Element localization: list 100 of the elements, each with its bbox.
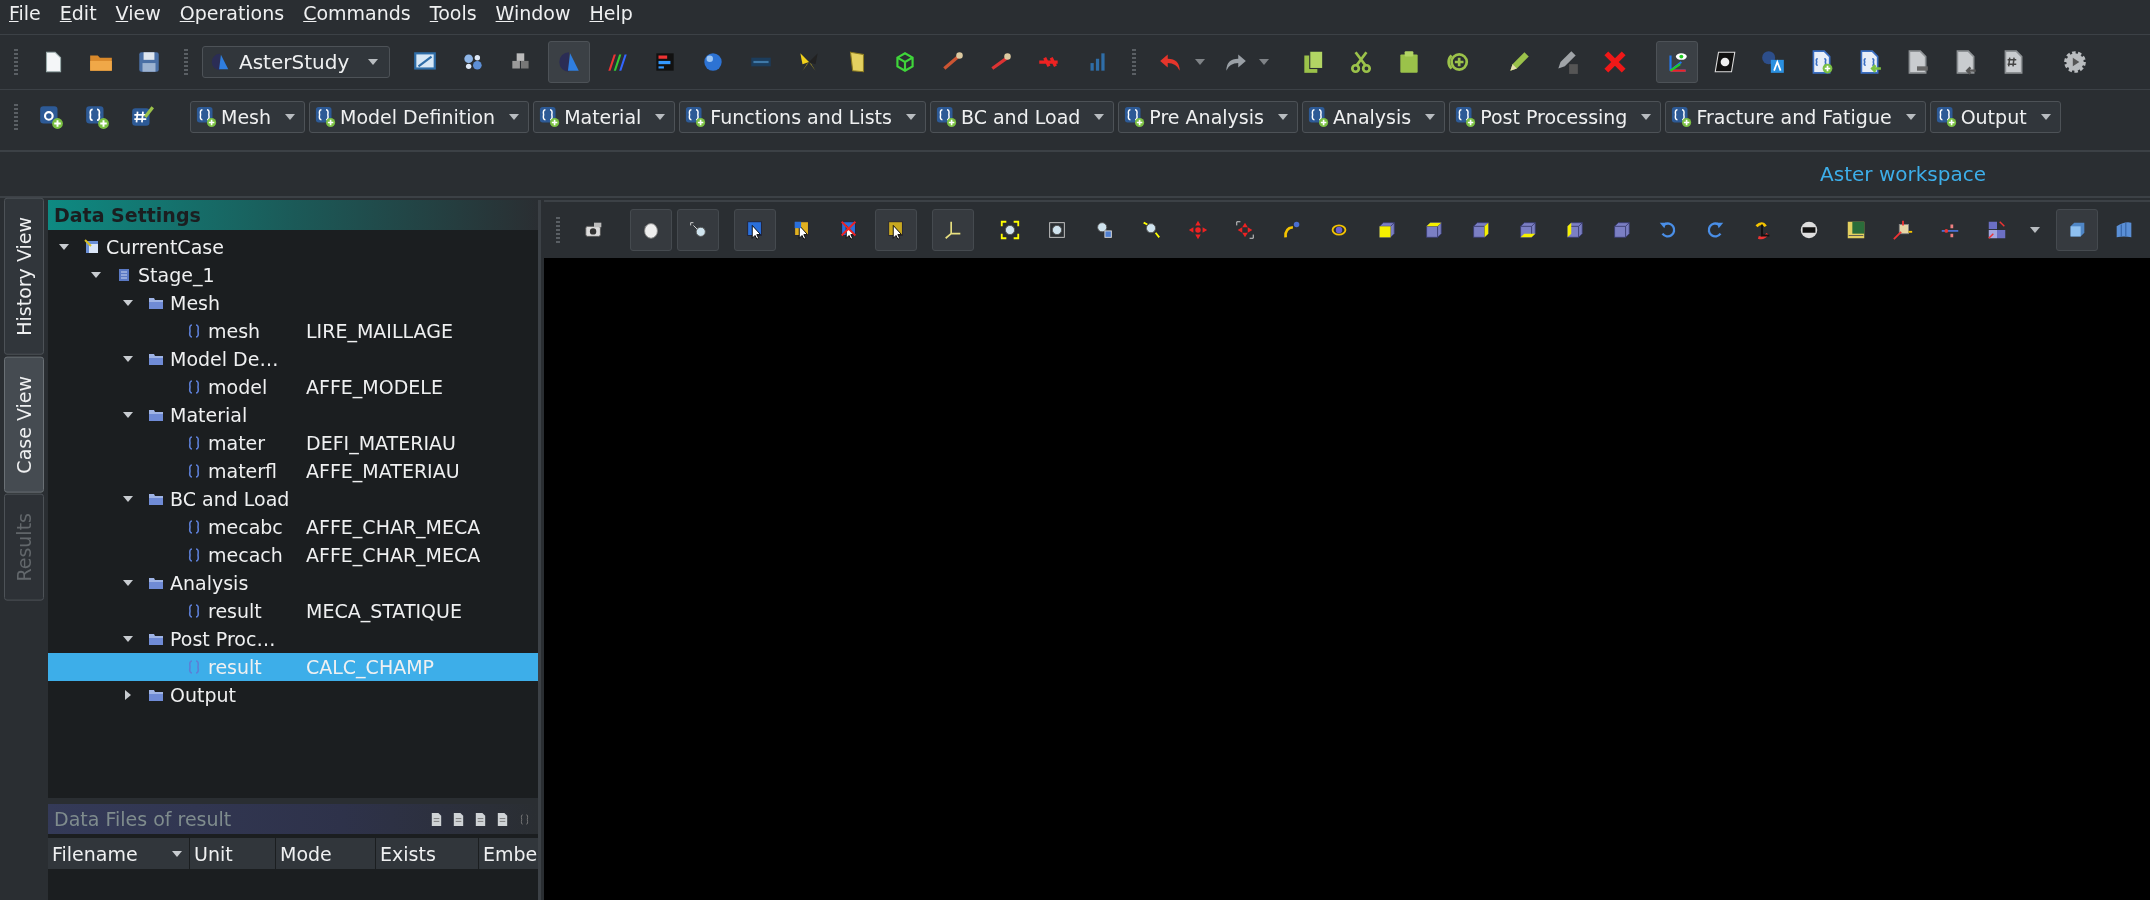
panel-title: Data Settings [48,200,538,230]
command-add-icon [935,106,958,128]
tree-row[interactable]: mater DEFI_MATERIAU [48,429,538,457]
tree-row[interactable]: Output [48,681,538,709]
caret-icon [2039,113,2052,121]
run-gear-icon [2062,49,2088,75]
category-dropdown[interactable]: Post Processing [1449,101,1662,133]
pan-icon [1234,219,1256,241]
tree-row[interactable]: Stage_1 [48,261,538,289]
translate-icon [1760,49,1786,75]
side-tab[interactable]: History View [4,198,44,355]
folder-icon [148,631,164,647]
category-dropdown[interactable]: Material [533,101,676,133]
braces-icon [186,463,202,479]
command-name: DEFI_MATERIAU [306,432,456,454]
logo-button[interactable] [548,41,590,83]
save-icon [136,49,162,75]
category-dropdown[interactable]: BC and Load [929,101,1115,133]
command-add-icon [1671,106,1694,128]
cursor-button[interactable] [734,209,776,251]
cursor-button[interactable] [875,209,917,251]
tree-item-label: Mesh [170,292,221,314]
menu-item[interactable]: Tools [429,1,489,25]
file-icon[interactable] [429,811,444,827]
caret-icon [904,113,917,121]
caret-icon[interactable] [1258,58,1270,66]
tree-item-label: Post Proc… [170,628,276,650]
case-icon [84,239,100,255]
category-dropdown[interactable]: Analysis [1301,101,1446,133]
caret-icon [367,58,379,66]
braces-icon [186,379,202,395]
point-button[interactable] [677,209,719,251]
tree-row[interactable]: materfl AFFE_MATERIAU [48,457,538,485]
tree-row[interactable]: Model De… [48,345,538,373]
tree-row[interactable]: mecabc AFFE_CHAR_MECA [48,513,538,541]
ruler-icon [1845,219,1867,241]
caret-icon[interactable] [1194,58,1206,66]
column-header[interactable]: Filename [48,838,190,869]
menu-item[interactable]: Commands [303,1,423,25]
tree-row[interactable]: result MECA_STATIQUE [48,597,538,625]
tree-row[interactable]: CurrentCase [48,233,538,261]
sort-caret-icon [171,849,183,858]
column-header[interactable]: Exists [376,838,479,869]
category-dropdown[interactable]: Functions and Lists [679,101,926,133]
folder-icon [148,575,164,591]
caret-icon [1640,113,1653,121]
column-header[interactable]: Embe [479,838,538,869]
side-tab[interactable]: Case View [4,356,44,493]
caret-icon [1904,113,1917,121]
column-header[interactable]: Mode [276,838,376,869]
category-dropdown[interactable]: Pre Analysis [1118,101,1298,133]
braces-icon [186,519,202,535]
tree-row[interactable]: Analysis [48,569,538,597]
column-header[interactable]: Unit [190,838,276,869]
category-dropdown[interactable]: Model Definition [309,101,530,133]
command-name: AFFE_MODELE [306,376,443,398]
workspace-label[interactable]: Aster workspace [1820,162,1986,186]
tree-row[interactable]: Material [48,401,538,429]
command-name: AFFE_MATERIAU [306,460,460,482]
command-add-icon [1307,106,1330,128]
category-dropdown[interactable]: Mesh [190,101,306,133]
caret-icon[interactable] [2029,226,2041,234]
menu-item[interactable]: View [115,1,173,25]
command-add-icon [196,106,218,128]
tree-row[interactable]: Mesh [48,289,538,317]
command-add-icon [539,106,562,128]
file-icon[interactable] [451,811,466,827]
sphere-button[interactable] [630,209,672,251]
tree-row[interactable]: model AFFE_MODELE [48,373,538,401]
fit-all-icon [999,219,1021,241]
menu-item[interactable]: Help [589,1,645,25]
category-dropdown[interactable]: Output [1929,101,2061,133]
file-icon[interactable] [495,811,510,827]
tree-item-label: materfl [208,460,279,482]
category-dropdown[interactable]: Fracture and Fatigue [1665,101,1926,133]
tree-row[interactable]: mecach AFFE_CHAR_MECA [48,541,538,569]
command-name: LIRE_MAILLAGE [306,320,453,342]
command-add-icon [1124,106,1147,128]
menu-item[interactable]: File [9,1,53,25]
cube-button[interactable] [2056,209,2098,251]
module-dropdown[interactable]: AsterStudy [202,46,390,78]
tree-item-label: Stage_1 [138,264,215,286]
axes-eye-button[interactable] [1656,41,1698,83]
command-name: AFFE_CHAR_MECA [306,544,481,566]
axes-button[interactable] [932,209,974,251]
menu-item[interactable]: Window [495,1,583,25]
add-command-icon [84,104,110,130]
caret-icon [1276,113,1289,121]
file-icon[interactable] [473,811,488,827]
tree-row[interactable]: BC and Load [48,485,538,513]
tree-row[interactable]: mesh LIRE_MAILLAGE [48,317,538,345]
menu-item[interactable]: Operations [179,1,297,25]
panel-title: Data Files of result [54,808,233,830]
zoom-icon [1140,219,1162,241]
delete-icon [1602,49,1628,75]
tree-row[interactable]: Post Proc… [48,625,538,653]
tree-item-label: Output [170,684,236,706]
tree-item-label: mecabc [208,516,284,538]
command-name: AFFE_CHAR_MECA [306,516,481,538]
menu-item[interactable]: Edit [59,1,109,25]
